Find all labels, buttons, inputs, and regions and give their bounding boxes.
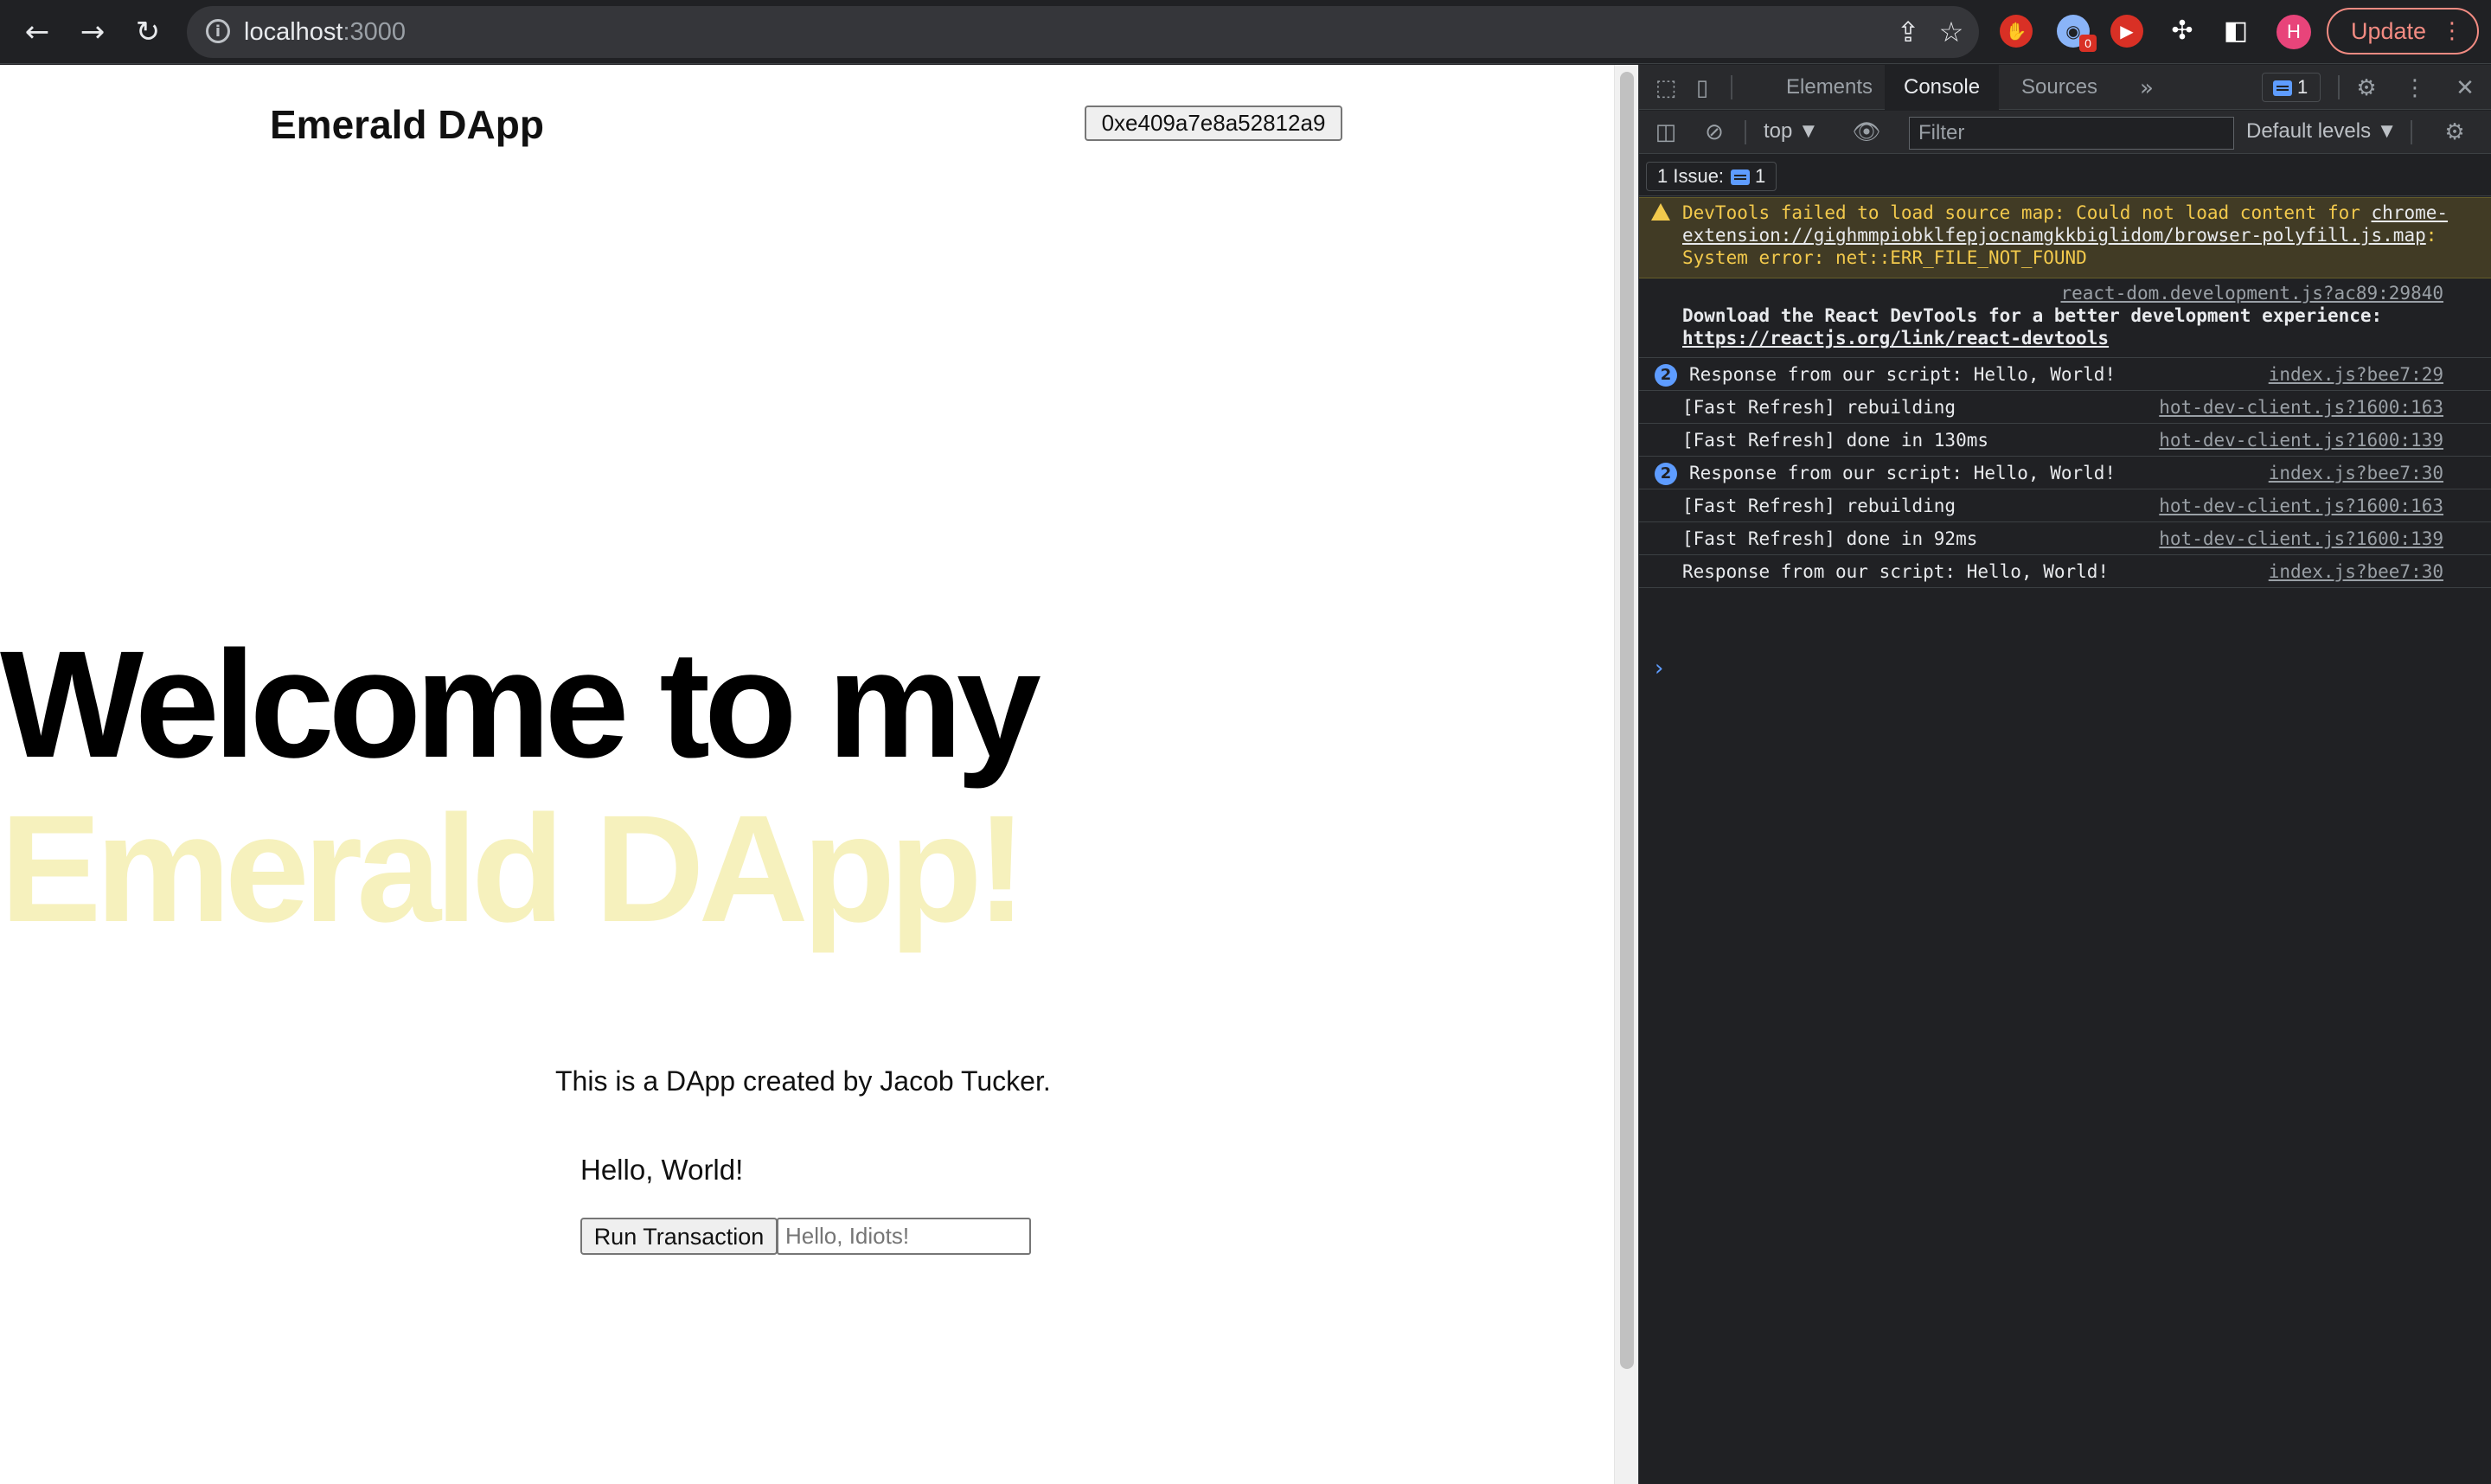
tab-elements[interactable]: Elements <box>1767 65 1892 110</box>
log-source-link[interactable]: hot-dev-client.js?1600:139 <box>2159 429 2443 451</box>
url-text[interactable]: localhost:3000 <box>244 18 406 47</box>
menu-dots-icon: ⋮ <box>2441 18 2463 44</box>
close-devtools-icon[interactable]: ✕ <box>2450 74 2480 103</box>
clear-console-icon[interactable]: ⊘ <box>1700 118 1729 147</box>
extension-badge: 0 <box>2079 35 2097 52</box>
console-toolbar: ◫ ⊘ top ▼ 👁 Default levels ▼ ⚙ <box>1639 111 2491 154</box>
sidebar-toggle-icon[interactable]: ◫ <box>1651 118 1681 147</box>
tab-console[interactable]: Console <box>1885 65 2000 110</box>
hero-accent-text: Emerald DApp! <box>0 784 1027 954</box>
react-devtools-link[interactable]: https://reactjs.org/link/react-devtools <box>1682 328 2109 349</box>
console-react-info: react-dom.development.js?ac89:29840 Down… <box>1639 278 2491 358</box>
site-info-icon[interactable]: i <box>206 19 230 43</box>
page-viewport: Emerald DApp 0xe409a7e8a52812a9 Welcome … <box>0 65 1617 1484</box>
log-source-link[interactable]: index.js?bee7:30 <box>2269 462 2443 484</box>
byline-text: This is a DApp created by Jacob Tucker. <box>555 1065 1051 1097</box>
toolbar-divider <box>2338 75 2340 99</box>
console-filter-input[interactable] <box>1909 117 2234 150</box>
repeat-count-badge: 2 <box>1655 364 1677 387</box>
issues-chip-label: 1 Issue: <box>1657 165 1725 187</box>
scrollbar-thumb[interactable] <box>1620 72 1634 1369</box>
wallet-address-button[interactable]: 0xe409a7e8a52812a9 <box>1085 106 1342 141</box>
console-log-row: 2 Response from our script: Hello, World… <box>1639 457 2491 489</box>
console-prompt-chevron-icon[interactable]: › <box>1655 656 1663 681</box>
log-message: [Fast Refresh] done in 130ms <box>1682 430 1989 451</box>
extension-stop-icon[interactable]: ✋ <box>2000 15 2033 48</box>
issues-chip[interactable]: 1 Issue: 1 <box>1646 162 1777 191</box>
console-messages: DevTools failed to load source map: Coul… <box>1639 197 2491 681</box>
react-info-message: Download the React DevTools for a better… <box>1682 304 2469 349</box>
console-log-row: 2 Response from our script: Hello, World… <box>1639 358 2491 391</box>
react-info-text: Download the React DevTools for a better… <box>1682 305 2383 326</box>
more-tabs-chevron-icon[interactable]: » <box>2132 74 2161 103</box>
hero-heading: Welcome to my Emerald DApp! <box>0 623 1574 951</box>
log-message: [Fast Refresh] rebuilding <box>1682 397 1956 418</box>
forward-arrow-icon[interactable]: → <box>73 12 112 52</box>
issues-counter-button[interactable]: 1 <box>2262 73 2321 102</box>
update-button[interactable]: Update ⋮ <box>2327 8 2479 54</box>
log-message: Response from our script: Hello, World! <box>1689 364 2116 385</box>
log-source-link[interactable]: index.js?bee7:29 <box>2269 363 2443 386</box>
console-log-row: [Fast Refresh] rebuilding hot-dev-client… <box>1639 391 2491 424</box>
issue-chat-icon <box>1731 170 1751 186</box>
profile-avatar[interactable]: H <box>2276 15 2311 49</box>
warning-message: DevTools failed to load source map: Coul… <box>1682 201 2469 269</box>
warning-triangle-icon <box>1651 203 1670 221</box>
toolbar-divider <box>1745 120 1746 144</box>
run-transaction-button[interactable]: Run Transaction <box>580 1218 778 1255</box>
toolbar-divider <box>2411 120 2412 144</box>
console-log-row: [Fast Refresh] done in 92ms hot-dev-clie… <box>1639 522 2491 555</box>
log-levels-dropdown[interactable]: Default levels ▼ <box>2246 119 2398 144</box>
log-source-link[interactable]: index.js?bee7:30 <box>2269 560 2443 583</box>
reload-icon[interactable]: ↻ <box>128 12 168 52</box>
context-selector[interactable]: top ▼ <box>1764 119 1819 144</box>
log-message: [Fast Refresh] rebuilding <box>1682 496 1956 516</box>
url-port: :3000 <box>343 18 407 46</box>
extensions-puzzle-icon[interactable]: ✣ <box>2166 15 2199 48</box>
update-label: Update <box>2351 18 2427 44</box>
toolbar-divider <box>1731 75 1732 99</box>
message-input[interactable] <box>777 1218 1031 1255</box>
issue-chat-icon <box>2273 80 2292 97</box>
log-source-link[interactable]: hot-dev-client.js?1600:163 <box>2159 396 2443 419</box>
devtools-menu-icon[interactable]: ⋮ <box>2400 74 2430 103</box>
console-warning: DevTools failed to load source map: Coul… <box>1639 197 2491 278</box>
log-source-link[interactable]: react-dom.development.js?ac89:29840 <box>2060 282 2443 304</box>
site-title: Emerald DApp <box>270 102 544 147</box>
console-log-row: [Fast Refresh] rebuilding hot-dev-client… <box>1639 489 2491 522</box>
warning-prefix: DevTools failed to load source map: Coul… <box>1682 202 2372 223</box>
settings-gear-icon[interactable]: ⚙ <box>2352 74 2381 103</box>
console-settings-gear-icon[interactable]: ⚙ <box>2440 118 2469 147</box>
issue-count: 1 <box>2297 76 2308 98</box>
browser-toolbar: ← → ↻ i localhost:3000 ⇪ ☆ ✋ ◉ 0 ▶ ✣ ◧ H… <box>0 0 2491 64</box>
issues-bar: 1 Issue: 1 <box>1639 155 2491 196</box>
log-message: Response from our script: Hello, World! <box>1689 463 2116 483</box>
page-scrollbar[interactable] <box>1614 65 1638 1484</box>
back-arrow-icon[interactable]: ← <box>17 12 57 52</box>
side-panel-icon[interactable]: ◧ <box>2219 15 2252 48</box>
bookmark-star-icon[interactable]: ☆ <box>1936 16 1967 48</box>
log-source-link[interactable]: hot-dev-client.js?1600:163 <box>2159 495 2443 517</box>
url-host: localhost <box>244 18 343 46</box>
log-message: Response from our script: Hello, World! <box>1682 561 2110 582</box>
console-log-row: [Fast Refresh] done in 130ms hot-dev-cli… <box>1639 424 2491 457</box>
repeat-count-badge: 2 <box>1655 463 1677 485</box>
issues-chip-count: 1 <box>1755 165 1766 187</box>
console-log-row: Response from our script: Hello, World! … <box>1639 555 2491 588</box>
devtools-panel: ⬚ ▯ Elements Console Sources » 1 ⚙ ⋮ ✕ ◫… <box>1638 65 2491 1484</box>
log-message: [Fast Refresh] done in 92ms <box>1682 528 1978 549</box>
device-toolbar-icon[interactable]: ▯ <box>1687 74 1717 103</box>
inspect-element-icon[interactable]: ⬚ <box>1651 74 1681 103</box>
tab-sources[interactable]: Sources <box>2002 65 2116 110</box>
hero-plain-text: Welcome to my <box>0 620 1041 790</box>
log-source-link[interactable]: hot-dev-client.js?1600:139 <box>2159 528 2443 550</box>
address-bar[interactable]: i localhost:3000 ⇪ ☆ <box>187 6 1979 58</box>
greeting-text: Hello, World! <box>580 1154 744 1186</box>
share-icon[interactable]: ⇪ <box>1892 16 1924 48</box>
extension-play-icon[interactable]: ▶ <box>2110 15 2143 48</box>
live-expression-eye-icon[interactable]: 👁 <box>1852 118 1881 147</box>
devtools-tab-bar: ⬚ ▯ Elements Console Sources » 1 ⚙ ⋮ ✕ <box>1639 65 2491 110</box>
